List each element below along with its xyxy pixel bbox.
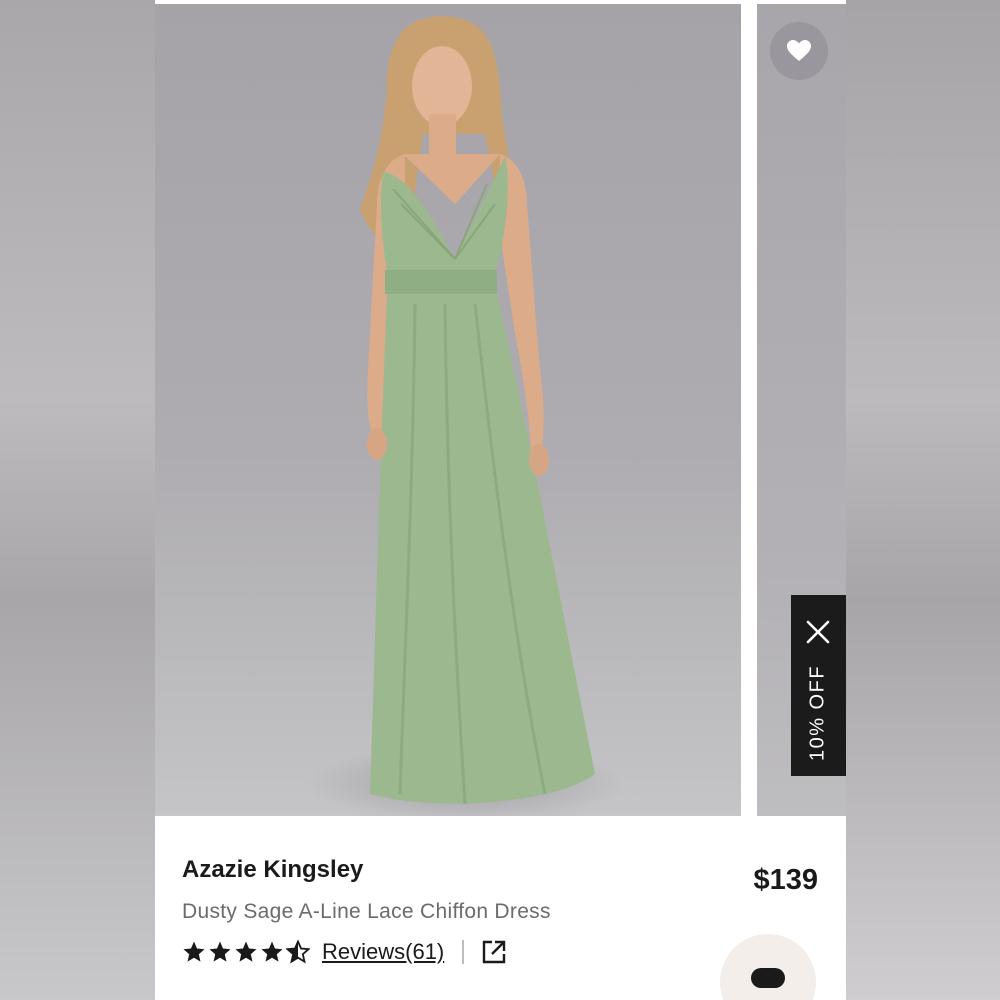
external-link-icon xyxy=(483,940,506,964)
star-icon xyxy=(235,941,257,962)
product-name[interactable]: Dusty Sage A-Line Lace Chiffon Dress xyxy=(182,900,551,924)
heart-icon xyxy=(787,40,811,61)
star-icon xyxy=(261,941,283,962)
product-card: 10% OFF Azazie Kingsley $139 Dusty Sage … xyxy=(155,0,846,1000)
product-image[interactable] xyxy=(155,4,741,816)
model-figure xyxy=(360,16,595,805)
star-icon xyxy=(286,940,310,964)
promo-label: 10% OFF xyxy=(806,664,829,762)
promo-close-button[interactable] xyxy=(803,617,833,647)
close-icon xyxy=(806,620,830,644)
rating-row: Reviews(61) xyxy=(182,936,508,968)
background-left xyxy=(0,0,155,1000)
reviews-link[interactable]: Reviews(61) xyxy=(322,939,444,965)
product-brand[interactable]: Azazie Kingsley xyxy=(182,856,363,884)
favorite-button[interactable] xyxy=(770,22,828,80)
star-icon xyxy=(209,941,231,962)
product-price: $139 xyxy=(753,864,818,896)
background-right xyxy=(846,0,1000,1000)
star-icon xyxy=(183,941,205,962)
chat-icon xyxy=(751,968,785,988)
share-button[interactable] xyxy=(480,938,508,966)
discount-promo-tab[interactable]: 10% OFF xyxy=(791,595,846,776)
divider xyxy=(462,940,465,964)
star-rating xyxy=(182,940,310,964)
